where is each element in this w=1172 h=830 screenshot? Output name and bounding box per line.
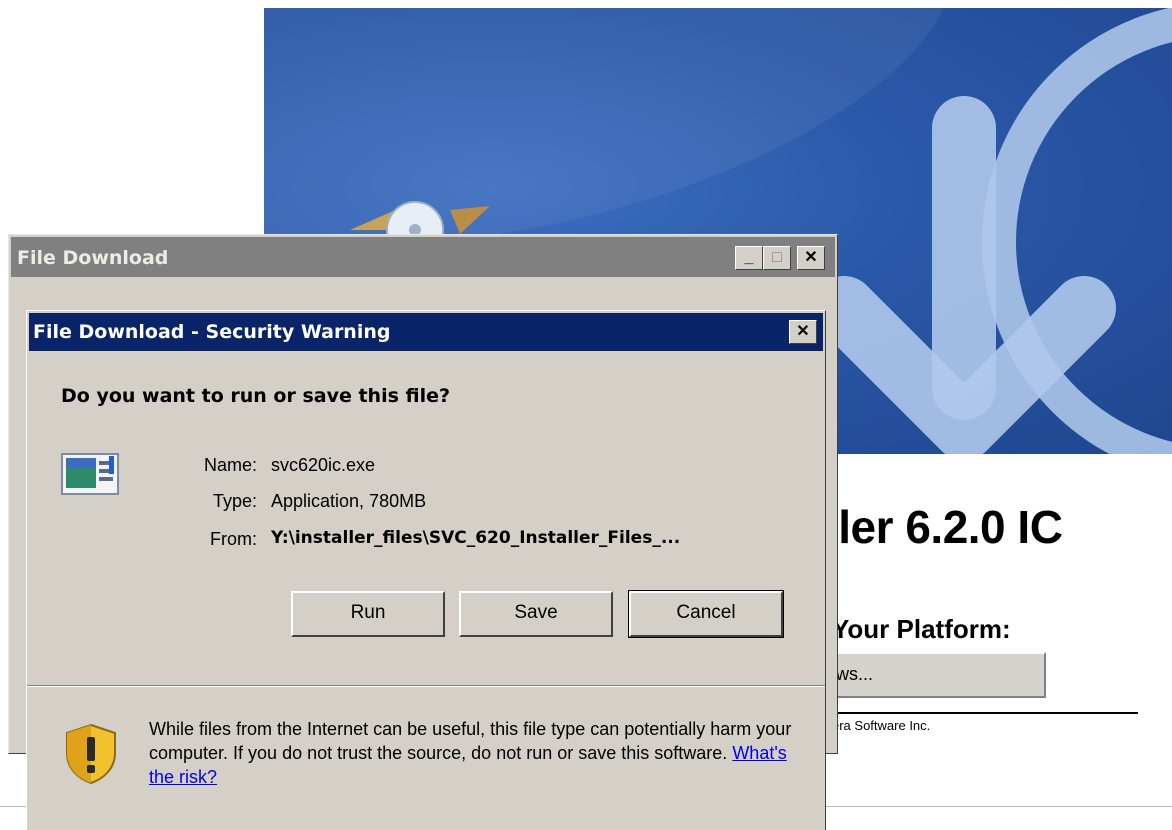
run-or-save-question: Do you want to run or save this file? — [61, 385, 451, 407]
security-warning-titlebar[interactable]: File Download - Security Warning ✕ — [29, 313, 823, 351]
file-download-titlebar[interactable]: File Download _ □ ✕ — [11, 237, 835, 277]
maximize-button[interactable]: □ — [763, 246, 791, 270]
platform-windows-button[interactable]: ws... — [826, 652, 1046, 698]
minimize-button[interactable]: _ — [735, 246, 763, 270]
dialog-divider-highlight — [27, 686, 825, 687]
security-warning-dialog: File Download - Security Warning ✕ Do yo… — [26, 310, 826, 830]
footer-rule — [826, 712, 1138, 714]
run-button[interactable]: Run — [291, 591, 445, 637]
security-warning-text: While files from the Internet can be use… — [149, 717, 809, 789]
security-warning-title: File Download - Security Warning — [33, 321, 391, 343]
type-label: Type: — [212, 491, 257, 511]
outer-close-button[interactable]: ✕ — [797, 246, 825, 270]
file-source-value: Y:\installer_files\SVC_620_Installer_Fil… — [271, 528, 681, 548]
name-label: Name: — [203, 455, 257, 475]
file-type-value: Application, 780MB — [271, 491, 427, 511]
from-label: From: — [210, 529, 257, 549]
file-name-value: svc620ic.exe — [271, 455, 376, 475]
application-file-icon — [61, 453, 119, 495]
copyright-text: era Software Inc. — [832, 718, 931, 733]
security-shield-icon — [66, 723, 116, 785]
dialog-close-button[interactable]: ✕ — [789, 320, 817, 344]
cancel-button[interactable]: Cancel — [628, 590, 784, 638]
save-button[interactable]: Save — [459, 591, 613, 637]
platform-heading: Your Platform: — [832, 614, 1011, 644]
installer-title: ller 6.2.0 IC — [826, 501, 1063, 553]
file-download-title: File Download — [17, 247, 169, 269]
warning-message: While files from the Internet can be use… — [149, 719, 792, 763]
